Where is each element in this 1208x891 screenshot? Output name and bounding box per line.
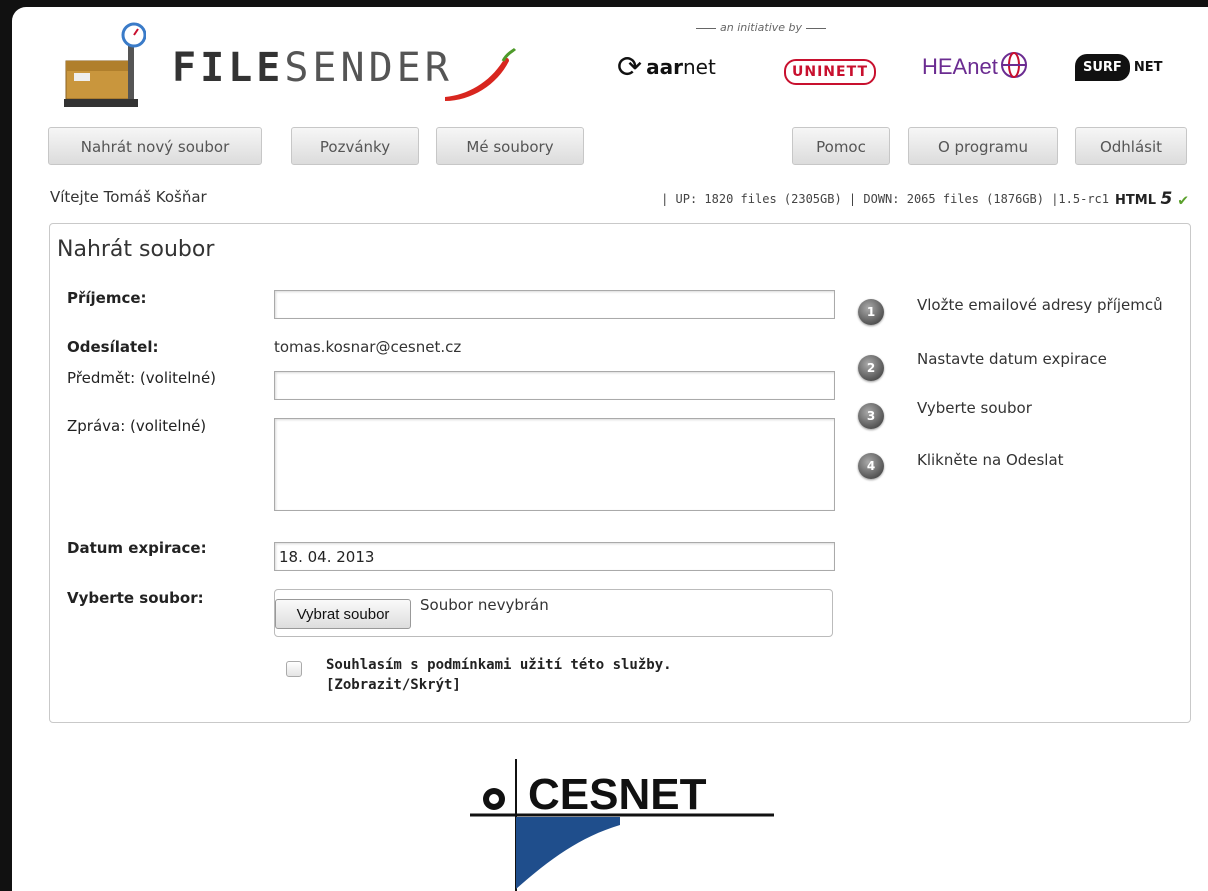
- expiry-label: Datum expirace:: [67, 539, 207, 557]
- uninett-logo: UNINETT: [784, 59, 876, 85]
- recipient-input[interactable]: [274, 290, 835, 319]
- cesnet-logo: CESNET: [470, 759, 774, 891]
- message-label: Zpráva: (volitelné): [67, 417, 207, 435]
- about-button[interactable]: O programu: [908, 127, 1058, 165]
- expiry-date-input[interactable]: [274, 542, 835, 571]
- aarnet-logo: ⟳ aar net: [617, 49, 716, 85]
- initiative-label: an initiative by: [692, 21, 830, 34]
- step-2-icon: 2: [858, 355, 884, 381]
- choose-file-button[interactable]: Vybrat soubor: [275, 599, 411, 629]
- terms-label: Souhlasím s podmínkami užití této služby…: [326, 657, 672, 673]
- file-status-text: Soubor nevybrán: [420, 596, 549, 614]
- page-title: Nahrát soubor: [57, 237, 215, 262]
- html5-badge: HTML 5: [1115, 189, 1173, 209]
- subject-label: Předmět: (volitelné): [67, 369, 217, 387]
- step-1-text: Vložte emailové adresy příjemců: [917, 296, 1163, 314]
- subject-input[interactable]: [274, 371, 835, 400]
- welcome-text: Vítejte Tomáš Košňar: [50, 188, 207, 206]
- file-label: Vyberte soubor:: [67, 589, 204, 607]
- aarnet-swirl-icon: ⟳: [617, 49, 643, 85]
- terms-toggle-link[interactable]: [Zobrazit/Skrýt]: [326, 675, 672, 695]
- upload-new-file-button[interactable]: Nahrát nový soubor: [48, 127, 262, 165]
- heanet-globe-icon: [1000, 52, 1027, 78]
- terms-checkbox[interactable]: [286, 661, 302, 677]
- sender-label: Odesílatel:: [67, 338, 159, 356]
- step-3-text: Vyberte soubor: [917, 399, 1032, 417]
- terms-text: Souhlasím s podmínkami užití této služby…: [326, 655, 672, 695]
- help-button[interactable]: Pomoc: [792, 127, 890, 165]
- step-3-icon: 3: [858, 403, 884, 429]
- sender-value: tomas.kosnar@cesnet.cz: [274, 338, 462, 356]
- app-logo-text: FILESENDER: [172, 45, 453, 91]
- chili-pepper-icon: [445, 47, 517, 101]
- stats-bar: | UP: 1820 files (2305GB) | DOWN: 2065 f…: [661, 189, 1188, 209]
- checkmark-icon: ✔: [1178, 189, 1188, 209]
- cesnet-logo-text: CESNET: [528, 770, 707, 819]
- logout-button[interactable]: Odhlásit: [1075, 127, 1187, 165]
- page: FILESENDER an initiative by ⟳ aar net UNI…: [12, 7, 1208, 891]
- filesender-logo-icon: [64, 22, 146, 107]
- step-4-text: Klikněte na Odeslat: [917, 451, 1064, 469]
- heanet-logo: HEAnet: [922, 47, 1030, 87]
- step-1-icon: 1: [858, 299, 884, 325]
- my-files-button[interactable]: Mé soubory: [436, 127, 584, 165]
- message-textarea[interactable]: [274, 418, 835, 511]
- step-4-icon: 4: [858, 453, 884, 479]
- surfnet-logo: SURF NET: [1075, 47, 1162, 87]
- invitations-button[interactable]: Pozvánky: [291, 127, 419, 165]
- stats-text: | UP: 1820 files (2305GB) | DOWN: 2065 f…: [661, 192, 1110, 206]
- recipient-label: Příjemce:: [67, 289, 147, 307]
- step-2-text: Nastavte datum expirace: [917, 350, 1107, 368]
